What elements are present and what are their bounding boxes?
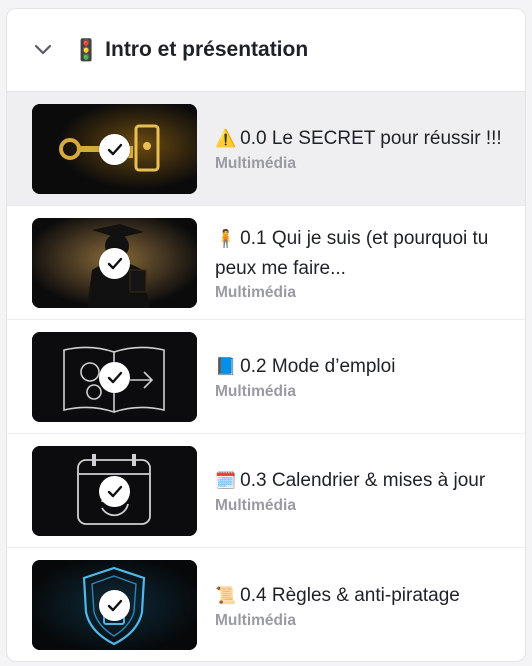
lesson-text: 🗓️ 0.3 Calendrier & mises à jour Multiméd… [215,466,505,515]
lesson-title: 🧍 0.1 Qui je suis (et pourquoi tu peux me… [215,227,489,279]
scroll-icon: 📜 [215,585,237,606]
lesson-type: Multimédia [215,383,296,400]
section-header[interactable]: 🚦 Intro et présentation [7,9,525,92]
calendar-icon: 🗓️ [215,471,237,491]
lesson-title: 📜 0.4 Règles & anti-piratage [215,584,460,606]
lesson-item-4[interactable]: 📜 0.4 Règles & anti-piratage Multimédia [7,548,525,661]
lesson-thumbnail [32,103,197,194]
lesson-title: 🗓️ 0.3 Calendrier & mises à jour [215,470,486,491]
lesson-text: 📘 0.2 Mode d’emploi Multimédia [215,352,505,401]
lesson-item-3[interactable]: 🗓️ 0.3 Calendrier & mises à jour Multiméd… [7,434,525,548]
completed-check-icon [99,361,130,393]
completed-check-icon [99,475,130,507]
lesson-item-0[interactable]: ⚠️ 0.0 Le SECRET pour réussir !!! Multimé… [7,92,525,206]
lesson-thumbnail [32,217,197,308]
lesson-thumbnail [32,560,197,650]
person-standing-icon: 🧍 [215,228,237,249]
section-title: Intro et présentation [105,38,309,61]
lesson-type: Multimédia [215,611,296,629]
completed-check-icon [99,590,130,621]
lesson-type: Multimédia [215,497,296,514]
lesson-title: ⚠️ 0.0 Le SECRET pour réussir !!! [215,128,502,149]
course-section-card: 🚦 Intro et présentation ⚠️ 0.0 Le SECRET… [6,8,526,662]
lesson-title: 📘 0.2 Mode d’emploi [215,356,396,377]
traffic-light-icon: 🚦 [73,37,100,62]
lesson-thumbnail [32,331,197,422]
lesson-item-1[interactable]: 🧍 0.1 Qui je suis (et pourquoi tu peux me… [7,206,525,320]
lesson-thumbnail [32,445,197,536]
chevron-down-icon[interactable] [33,40,53,60]
completed-check-icon [99,247,130,279]
lesson-type: Multimédia [215,283,296,301]
lesson-type: Multimédia [215,155,296,172]
book-icon: 📘 [215,357,237,377]
completed-check-icon [99,133,130,165]
lesson-text: 📜 0.4 Règles & anti-piratage Multimédia [215,581,505,630]
lesson-text: ⚠️ 0.0 Le SECRET pour réussir !!! Multimé… [215,124,505,173]
lesson-text: 🧍 0.1 Qui je suis (et pourquoi tu peux me… [215,224,505,302]
lesson-item-2[interactable]: 📘 0.2 Mode d’emploi Multimédia [7,320,525,434]
warning-icon: ⚠️ [215,129,237,149]
